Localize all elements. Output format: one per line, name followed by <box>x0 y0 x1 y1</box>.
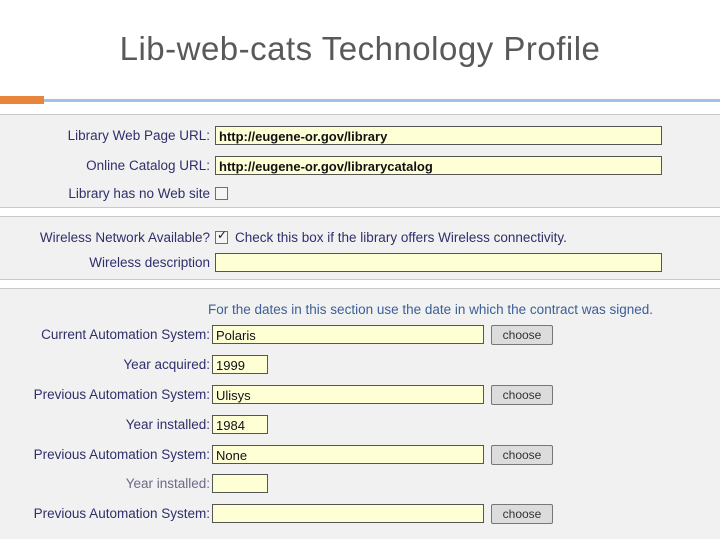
choose-button-previous-automation-system-1[interactable]: choose <box>491 385 553 405</box>
current-automation-system-label: Current Automation System: <box>41 327 210 342</box>
automation-section-note: For the dates in this section use the da… <box>208 302 653 317</box>
year-installed-1-input[interactable]: 1984 <box>212 415 268 434</box>
library-web-page-url-input[interactable]: http://eugene-or.gov/library <box>215 126 662 145</box>
year-acquired-label: Year acquired: <box>123 357 210 372</box>
previous-automation-system-1-label: Previous Automation System: <box>33 387 210 402</box>
previous-automation-system-3-input[interactable] <box>212 504 484 523</box>
year-installed-2-input[interactable] <box>212 474 268 493</box>
year-installed-2-label: Year installed: <box>125 476 210 491</box>
library-has-no-web-site-checkbox[interactable] <box>215 187 228 200</box>
wireless-available-label: Wireless Network Available? <box>39 230 210 245</box>
row-previous-automation-system-2: Previous Automation System: None choose <box>0 443 720 467</box>
row-library-web-page-url: Library Web Page URL: http://eugene-or.g… <box>0 124 720 148</box>
choose-button-current-automation-system[interactable]: choose <box>491 325 553 345</box>
row-online-catalog-url: Online Catalog URL: http://eugene-or.gov… <box>0 154 720 178</box>
wireless-description-label: Wireless description <box>89 255 210 270</box>
row-wireless-available: Wireless Network Available? ✓ Check this… <box>0 226 720 250</box>
row-current-automation-system: Current Automation System: Polaris choos… <box>0 323 720 347</box>
online-catalog-url-label: Online Catalog URL: <box>86 158 210 173</box>
previous-automation-system-2-label: Previous Automation System: <box>33 447 210 462</box>
previous-automation-system-1-input[interactable]: Ulisys <box>212 385 484 404</box>
choose-button-previous-automation-system-2[interactable]: choose <box>491 445 553 465</box>
row-year-acquired: Year acquired: 1999 <box>0 353 720 377</box>
technology-profile-form: Library Web Page URL: http://eugene-or.g… <box>0 104 720 540</box>
row-wireless-description: Wireless description <box>0 251 720 275</box>
row-previous-automation-system-3: Previous Automation System: choose <box>0 502 720 526</box>
wireless-available-hint: Check this box if the library offers Wir… <box>235 230 567 245</box>
previous-automation-system-3-label: Previous Automation System: <box>33 506 210 521</box>
library-web-page-url-label: Library Web Page URL: <box>67 128 210 143</box>
year-installed-1-label: Year installed: <box>125 417 210 432</box>
page-title: Lib-web-cats Technology Profile <box>119 30 601 67</box>
checkmark-icon: ✓ <box>217 228 228 242</box>
year-acquired-input[interactable]: 1999 <box>212 355 268 374</box>
online-catalog-url-input[interactable]: http://eugene-or.gov/librarycatalog <box>215 156 662 175</box>
current-automation-system-input[interactable]: Polaris <box>212 325 484 344</box>
row-year-installed-2: Year installed: <box>0 472 720 496</box>
row-library-has-no-web-site: Library has no Web site <box>0 182 720 206</box>
title-underline <box>0 99 720 102</box>
row-previous-automation-system-1: Previous Automation System: Ulisys choos… <box>0 383 720 407</box>
row-year-installed-1: Year installed: 1984 <box>0 413 720 437</box>
wireless-description-input[interactable] <box>215 253 662 272</box>
library-has-no-web-site-label: Library has no Web site <box>68 186 210 201</box>
slide-page: Lib-web-cats Technology Profile Library … <box>0 0 720 540</box>
wireless-available-checkbox[interactable]: ✓ <box>215 228 228 244</box>
previous-automation-system-2-input[interactable]: None <box>212 445 484 464</box>
choose-button-previous-automation-system-3[interactable]: choose <box>491 504 553 524</box>
